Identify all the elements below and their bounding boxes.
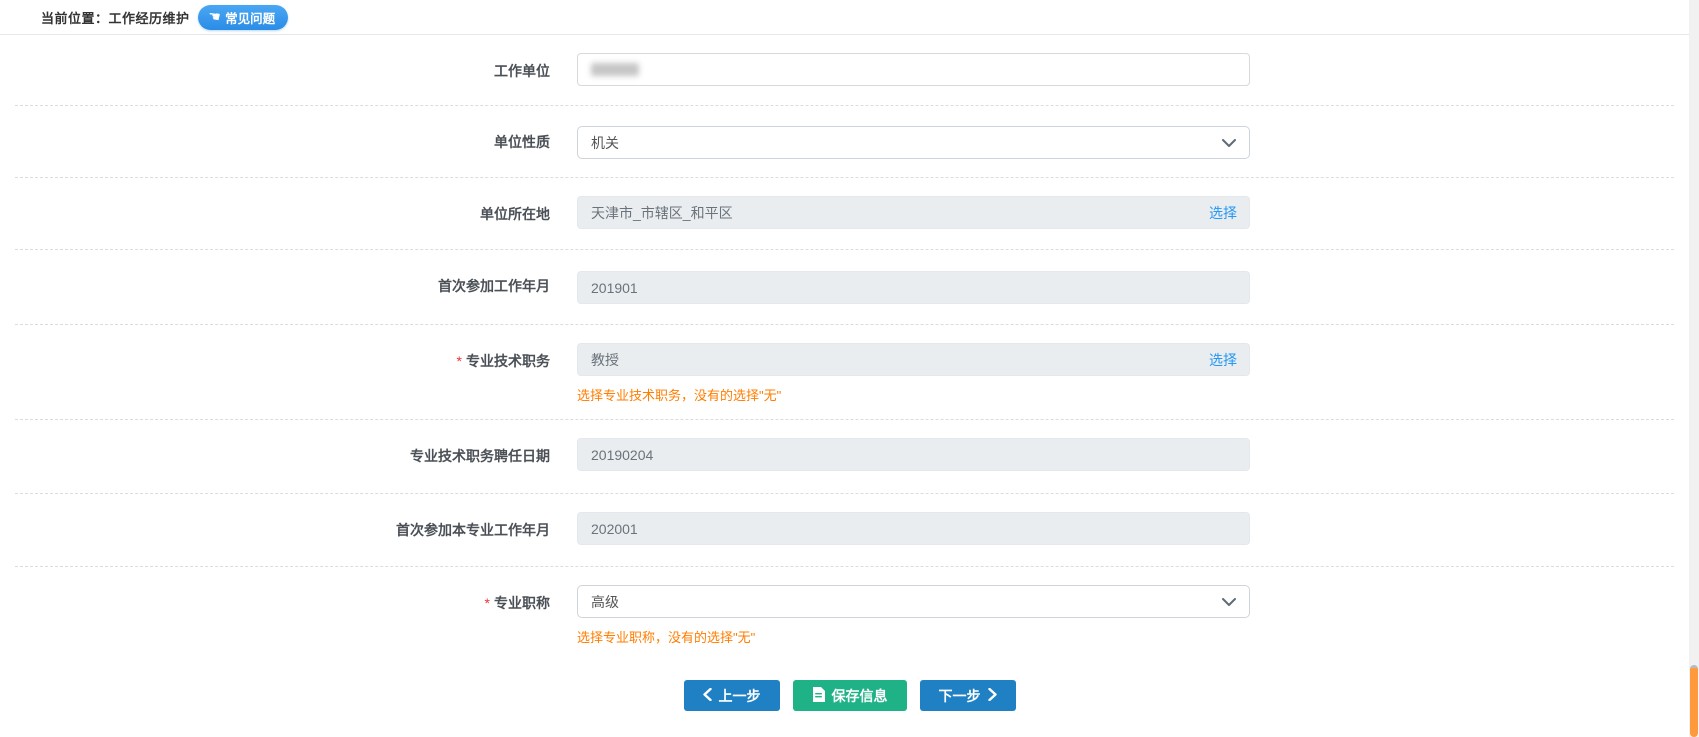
unit-location-label: 单位所在地 <box>0 178 550 224</box>
work-unit-label: 工作单位 <box>0 35 550 81</box>
professional-position-field: 教授 选择 <box>577 343 1250 376</box>
work-unit-input[interactable] <box>577 53 1250 86</box>
unit-location-choose-link[interactable]: 选择 <box>1209 203 1237 223</box>
chevron-down-icon <box>1222 594 1236 610</box>
form-row-unit-location: 单位所在地 天津市_市辖区_和平区 选择 <box>0 178 1699 250</box>
first-work-date-label: 首次参加工作年月 <box>0 250 550 296</box>
save-button[interactable]: 保存信息 <box>793 680 907 711</box>
appointment-date-value: 20190204 <box>591 447 653 463</box>
breadcrumb-bar: 当前位置：工作经历维护 ☚ 常见问题 <box>0 0 1699 35</box>
professional-title-label: *专业职称 <box>0 567 550 613</box>
scrollbar-thumb[interactable] <box>1690 665 1698 737</box>
first-profession-date-label: 首次参加本专业工作年月 <box>0 494 550 540</box>
first-profession-date-field: 202001 <box>577 512 1250 545</box>
scrollbar-track[interactable] <box>1689 0 1699 737</box>
next-step-label: 下一步 <box>939 686 981 706</box>
unit-type-label: 单位性质 <box>0 106 550 152</box>
faq-button[interactable]: ☚ 常见问题 <box>198 5 289 30</box>
professional-position-hint: 选择专业技术职务，没有的选择"无" <box>577 385 1250 404</box>
form-row-work-unit: 工作单位 <box>0 35 1699 106</box>
professional-position-value: 教授 <box>591 350 619 370</box>
professional-position-choose-link[interactable]: 选择 <box>1209 350 1237 370</box>
chevron-right-icon <box>988 688 997 704</box>
breadcrumb: 当前位置：工作经历维护 <box>41 8 190 27</box>
footer-actions: 上一步 保存信息 下一步 <box>0 650 1699 737</box>
professional-position-label: *专业技术职务 <box>0 325 550 371</box>
form-row-unit-type: 单位性质 机关 <box>0 106 1699 178</box>
unit-type-selected-value: 机关 <box>591 133 619 153</box>
unit-location-field: 天津市_市辖区_和平区 选择 <box>577 196 1250 229</box>
save-document-icon <box>812 687 825 705</box>
redacted-value <box>591 63 639 76</box>
chevron-left-icon <box>703 688 712 704</box>
appointment-date-field: 20190204 <box>577 438 1250 471</box>
first-work-date-value: 201901 <box>591 280 638 296</box>
prev-step-button[interactable]: 上一步 <box>684 680 780 711</box>
professional-title-select[interactable]: 高级 <box>577 585 1250 618</box>
save-label: 保存信息 <box>832 686 888 706</box>
prev-step-label: 上一步 <box>719 686 761 706</box>
appointment-date-label: 专业技术职务聘任日期 <box>0 420 550 466</box>
form-row-appointment-date: 专业技术职务聘任日期 20190204 <box>0 420 1699 494</box>
faq-button-label: 常见问题 <box>225 8 275 27</box>
form-row-professional-position: *专业技术职务 教授 选择 选择专业技术职务，没有的选择"无" <box>0 325 1699 420</box>
unit-location-value: 天津市_市辖区_和平区 <box>591 203 733 223</box>
first-work-date-field: 201901 <box>577 271 1250 304</box>
professional-title-hint: 选择专业职称，没有的选择"无" <box>577 627 1250 646</box>
form-row-first-work-date: 首次参加工作年月 201901 <box>0 250 1699 325</box>
first-profession-date-value: 202001 <box>591 521 638 537</box>
chevron-down-icon <box>1222 135 1236 151</box>
required-asterisk: * <box>457 353 462 369</box>
unit-type-select[interactable]: 机关 <box>577 126 1250 159</box>
work-experience-page: 当前位置：工作经历维护 ☚ 常见问题 工作单位 单位性质 机关 单位所在地 <box>0 0 1699 737</box>
form-row-first-profession-date: 首次参加本专业工作年月 202001 <box>0 494 1699 567</box>
form-row-professional-title: *专业职称 高级 选择专业职称，没有的选择"无" <box>0 567 1699 650</box>
pointing-hand-icon: ☚ <box>207 9 221 25</box>
next-step-button[interactable]: 下一步 <box>920 680 1016 711</box>
required-asterisk: * <box>485 595 490 611</box>
professional-title-selected-value: 高级 <box>591 592 619 612</box>
